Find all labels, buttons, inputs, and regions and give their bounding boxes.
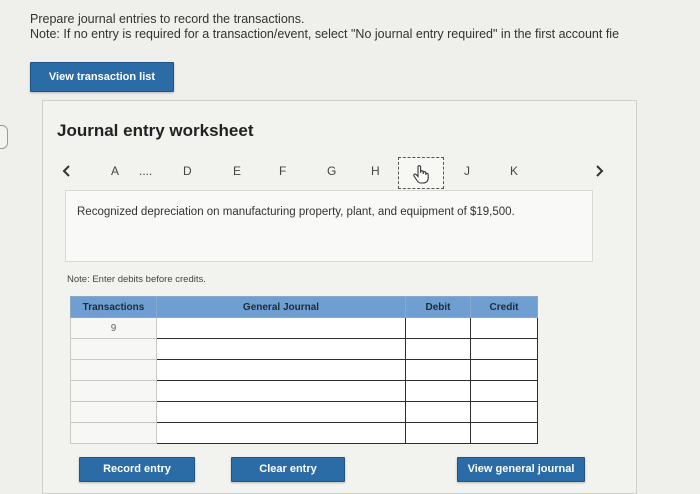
- nav-item-a[interactable]: A: [111, 164, 119, 178]
- chevron-left-icon[interactable]: [59, 163, 75, 179]
- instructions-line-2: Note: If no entry is required for a tran…: [30, 27, 620, 41]
- transaction-cell: [70, 359, 157, 381]
- header-general-journal: General Journal: [156, 296, 406, 318]
- nav-item-k[interactable]: K: [510, 164, 518, 178]
- debit-credit-note: Note: Enter debits before credits.: [67, 274, 206, 285]
- header-debit: Debit: [405, 296, 471, 318]
- header-credit: Credit: [470, 296, 538, 318]
- journal-table: Transactions General Journal Debit Credi…: [70, 296, 538, 444]
- account-input[interactable]: [156, 380, 406, 402]
- record-entry-button[interactable]: Record entry: [79, 457, 195, 482]
- view-general-journal-button[interactable]: View general journal: [457, 457, 585, 482]
- instructions-line-1: Prepare journal entries to record the tr…: [30, 12, 305, 26]
- table-row: [70, 359, 538, 381]
- transaction-cell: [70, 401, 157, 423]
- transaction-cell: [70, 338, 157, 360]
- account-input[interactable]: [156, 338, 406, 360]
- table-row: [70, 380, 538, 402]
- credit-input[interactable]: [470, 380, 538, 402]
- transaction-nav: A .... D E F G H J K: [43, 157, 638, 189]
- nav-item-j[interactable]: J: [464, 164, 470, 178]
- transaction-cell: [70, 380, 157, 402]
- table-row: 9: [70, 317, 538, 339]
- view-transaction-list-button[interactable]: View transaction list: [30, 62, 174, 92]
- transaction-cell: [70, 422, 157, 444]
- debit-input[interactable]: [405, 359, 471, 381]
- left-edge-tab: [0, 125, 8, 149]
- header-transactions: Transactions: [70, 296, 157, 318]
- credit-input[interactable]: [470, 422, 538, 444]
- debit-input[interactable]: [405, 338, 471, 360]
- debit-input[interactable]: [405, 380, 471, 402]
- nav-item-current[interactable]: [398, 157, 444, 189]
- debit-input[interactable]: [405, 422, 471, 444]
- table-row: [70, 401, 538, 423]
- nav-item-h[interactable]: H: [371, 164, 380, 178]
- instructions: Prepare journal entries to record the tr…: [30, 12, 619, 42]
- worksheet-title: Journal entry worksheet: [57, 121, 254, 140]
- credit-input[interactable]: [470, 317, 538, 339]
- account-input[interactable]: [156, 317, 406, 339]
- nav-item-e[interactable]: E: [233, 164, 241, 178]
- transaction-description: Recognized depreciation on manufacturing…: [77, 206, 515, 218]
- table-row: [70, 422, 538, 444]
- nav-item-f[interactable]: F: [279, 164, 286, 178]
- clear-entry-button[interactable]: Clear entry: [231, 457, 345, 482]
- nav-item-g[interactable]: G: [327, 164, 336, 178]
- credit-input[interactable]: [470, 401, 538, 423]
- table-row: [70, 338, 538, 360]
- chevron-right-icon[interactable]: [591, 163, 607, 179]
- credit-input[interactable]: [470, 359, 538, 381]
- nav-item-ellipsis[interactable]: ....: [139, 164, 152, 178]
- transaction-cell: 9: [70, 317, 157, 339]
- debit-input[interactable]: [405, 401, 471, 423]
- hand-pointer-icon: [413, 165, 429, 184]
- credit-input[interactable]: [470, 338, 538, 360]
- nav-item-d[interactable]: D: [183, 164, 192, 178]
- account-input[interactable]: [156, 401, 406, 423]
- account-input[interactable]: [156, 359, 406, 381]
- debit-input[interactable]: [405, 317, 471, 339]
- journal-entry-worksheet: Journal entry worksheet A .... D E F G H…: [42, 100, 637, 494]
- transaction-description-box: Recognized depreciation on manufacturing…: [65, 190, 593, 262]
- account-input[interactable]: [156, 422, 406, 444]
